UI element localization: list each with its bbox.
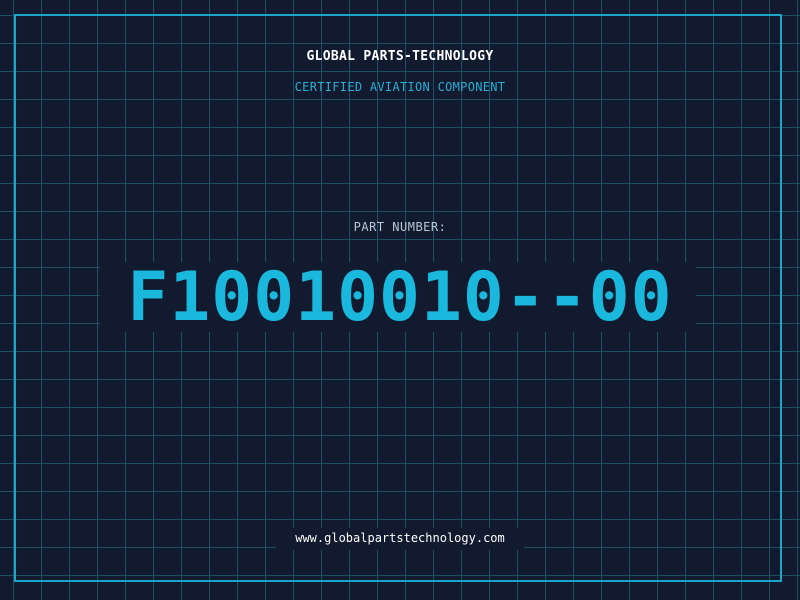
company-name: GLOBAL PARTS-TECHNOLOGY	[306, 49, 494, 64]
part-number-label: PART NUMBER:	[353, 220, 447, 234]
label-page: GLOBAL PARTS-TECHNOLOGY CERTIFIED AVIATI…	[0, 0, 800, 600]
website-url: www.globalpartstechnology.com	[295, 531, 505, 545]
part-number-value: F10010010--00	[127, 258, 673, 337]
component-subtitle: CERTIFIED AVIATION COMPONENT	[294, 80, 506, 94]
